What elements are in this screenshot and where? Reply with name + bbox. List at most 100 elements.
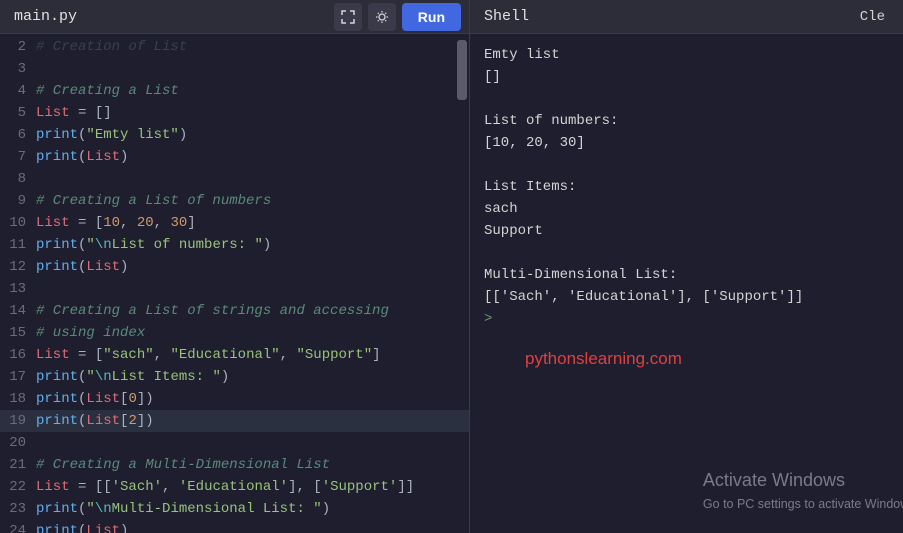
line-number: 22 bbox=[0, 476, 36, 498]
code-editor[interactable]: 2# Creation of List 34 # Creating a List … bbox=[0, 34, 469, 533]
activate-windows-overlay: Activate Windows Go to PC settings to ac… bbox=[703, 469, 903, 515]
code-content[interactable]: print(List[2]) bbox=[36, 410, 469, 432]
code-line[interactable]: 14# Creating a List of strings and acces… bbox=[0, 300, 469, 322]
shell-output[interactable]: Emty list[] List of numbers:[10, 20, 30]… bbox=[470, 34, 903, 533]
shell-prompt[interactable]: > bbox=[484, 308, 889, 330]
code-content[interactable]: # Creating a List of strings and accessi… bbox=[36, 300, 469, 322]
code-line[interactable]: 22List = [['Sach', 'Educational'], ['Sup… bbox=[0, 476, 469, 498]
code-line[interactable]: 12print(List) bbox=[0, 256, 469, 278]
line-number: 8 bbox=[0, 168, 36, 190]
code-line[interactable]: 6print("Emty list") bbox=[0, 124, 469, 146]
code-content[interactable]: List = [] bbox=[36, 102, 469, 124]
code-content[interactable]: print(List) bbox=[36, 256, 469, 278]
shell-pane: Shell Cle Emty list[] List of numbers:[1… bbox=[470, 0, 903, 533]
code-line[interactable]: 21# Creating a Multi-Dimensional List bbox=[0, 454, 469, 476]
fullscreen-button[interactable] bbox=[334, 3, 362, 31]
code-content[interactable]: print("\nList of numbers: ") bbox=[36, 234, 469, 256]
theme-button[interactable] bbox=[368, 3, 396, 31]
line-number: 5 bbox=[0, 102, 36, 124]
code-content[interactable]: print(List) bbox=[36, 520, 469, 533]
code-line[interactable]: 4# Creating a List bbox=[0, 80, 469, 102]
line-number: 14 bbox=[0, 300, 36, 322]
code-content[interactable]: # Creating a Multi-Dimensional List bbox=[36, 454, 469, 476]
line-number: 15 bbox=[0, 322, 36, 344]
line-number: 6 bbox=[0, 124, 36, 146]
editor-scrollbar[interactable] bbox=[457, 40, 467, 100]
code-content[interactable]: print(List) bbox=[36, 146, 469, 168]
code-line[interactable]: 23print("\nMulti-Dimensional List: ") bbox=[0, 498, 469, 520]
code-line[interactable]: 5List = [] bbox=[0, 102, 469, 124]
line-number: 12 bbox=[0, 256, 36, 278]
code-line[interactable]: 17print("\nList Items: ") bbox=[0, 366, 469, 388]
code-content[interactable] bbox=[36, 168, 469, 190]
output-line: [['Sach', 'Educational'], ['Support']] bbox=[484, 286, 889, 308]
line-number: 24 bbox=[0, 520, 36, 533]
output-line bbox=[484, 88, 889, 110]
code-content[interactable]: print("\nMulti-Dimensional List: ") bbox=[36, 498, 469, 520]
line-number: 20 bbox=[0, 432, 36, 454]
code-content[interactable]: List = [10, 20, 30] bbox=[36, 212, 469, 234]
output-line: [] bbox=[484, 66, 889, 88]
code-content[interactable]: # using index bbox=[36, 322, 469, 344]
code-content[interactable] bbox=[36, 278, 469, 300]
code-content[interactable]: # Creating a List bbox=[36, 80, 469, 102]
code-content[interactable] bbox=[36, 58, 469, 80]
code-line[interactable]: 15# using index bbox=[0, 322, 469, 344]
line-number: 10 bbox=[0, 212, 36, 234]
code-line[interactable]: 18print(List[0]) bbox=[0, 388, 469, 410]
code-content[interactable] bbox=[36, 432, 469, 454]
run-button[interactable]: Run bbox=[402, 3, 461, 31]
app-container: main.py Run 2# Creation of List 34# Crea… bbox=[0, 0, 903, 533]
output-line: Support bbox=[484, 220, 889, 242]
filename-label: main.py bbox=[8, 8, 77, 25]
code-content[interactable]: # Creation of List bbox=[36, 36, 469, 58]
line-number: 4 bbox=[0, 80, 36, 102]
code-line[interactable]: 24print(List) bbox=[0, 520, 469, 533]
code-line[interactable]: 16List = ["sach", "Educational", "Suppor… bbox=[0, 344, 469, 366]
fullscreen-icon bbox=[341, 10, 355, 24]
output-line: Multi-Dimensional List: bbox=[484, 264, 889, 286]
line-number: 13 bbox=[0, 278, 36, 300]
watermark-text: pythonslearning.com bbox=[525, 348, 682, 370]
editor-pane: main.py Run 2# Creation of List 34# Crea… bbox=[0, 0, 470, 533]
shell-header: Shell Cle bbox=[470, 0, 903, 34]
line-number: 7 bbox=[0, 146, 36, 168]
line-number: 11 bbox=[0, 234, 36, 256]
code-line[interactable]: 11print("\nList of numbers: ") bbox=[0, 234, 469, 256]
code-line[interactable]: 7print(List) bbox=[0, 146, 469, 168]
code-line[interactable]: 10List = [10, 20, 30] bbox=[0, 212, 469, 234]
activate-subtitle: Go to PC settings to activate Windows. bbox=[703, 493, 903, 515]
output-line: sach bbox=[484, 198, 889, 220]
output-line bbox=[484, 242, 889, 264]
line-number: 17 bbox=[0, 366, 36, 388]
output-line: List Items: bbox=[484, 176, 889, 198]
line-number: 21 bbox=[0, 454, 36, 476]
code-line[interactable]: 20 bbox=[0, 432, 469, 454]
shell-label: Shell bbox=[478, 8, 529, 25]
output-line: [10, 20, 30] bbox=[484, 132, 889, 154]
code-content[interactable]: print("\nList Items: ") bbox=[36, 366, 469, 388]
code-content[interactable]: # Creating a List of numbers bbox=[36, 190, 469, 212]
line-number: 16 bbox=[0, 344, 36, 366]
code-content[interactable]: List = ["sach", "Educational", "Support"… bbox=[36, 344, 469, 366]
code-line[interactable]: 3 bbox=[0, 58, 469, 80]
line-number: 2 bbox=[0, 36, 36, 58]
editor-header: main.py Run bbox=[0, 0, 469, 34]
output-line: List of numbers: bbox=[484, 110, 889, 132]
activate-title: Activate Windows bbox=[703, 469, 903, 491]
code-line[interactable]: 2# Creation of List bbox=[0, 36, 469, 58]
sun-icon bbox=[375, 10, 389, 24]
code-line[interactable]: 8 bbox=[0, 168, 469, 190]
output-line bbox=[484, 154, 889, 176]
code-line[interactable]: 9# Creating a List of numbers bbox=[0, 190, 469, 212]
line-number: 23 bbox=[0, 498, 36, 520]
code-content[interactable]: print("Emty list") bbox=[36, 124, 469, 146]
line-number: 9 bbox=[0, 190, 36, 212]
code-content[interactable]: List = [['Sach', 'Educational'], ['Suppo… bbox=[36, 476, 469, 498]
line-number: 18 bbox=[0, 388, 36, 410]
code-line[interactable]: 19print(List[2]) bbox=[0, 410, 469, 432]
clear-button[interactable]: Cle bbox=[850, 3, 895, 31]
output-line: Emty list bbox=[484, 44, 889, 66]
code-line[interactable]: 13 bbox=[0, 278, 469, 300]
code-content[interactable]: print(List[0]) bbox=[36, 388, 469, 410]
